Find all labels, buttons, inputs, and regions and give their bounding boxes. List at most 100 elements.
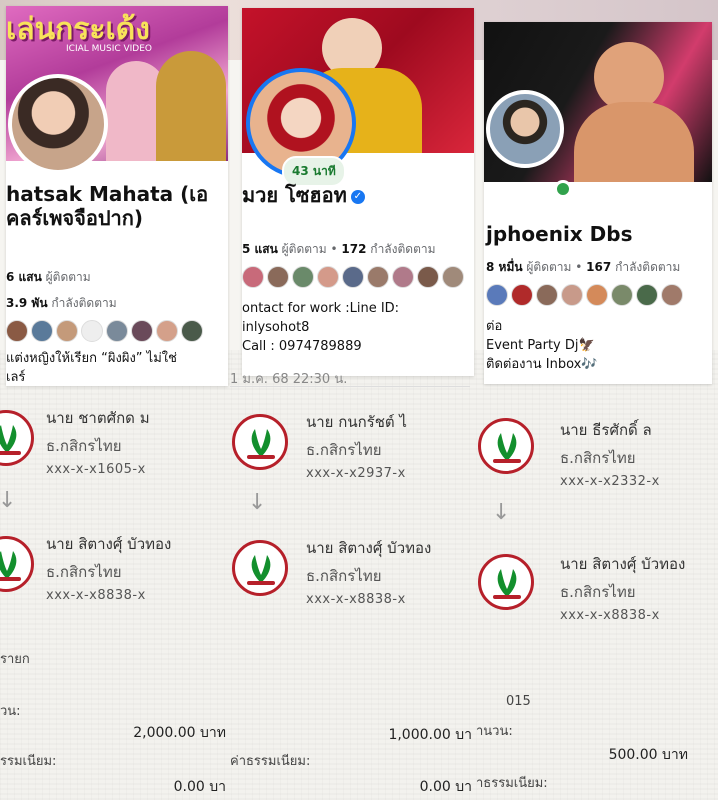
- friend-avatar[interactable]: [292, 266, 314, 288]
- sender-name: นาย กนกรัชต์ ไ: [306, 413, 407, 431]
- profile-name[interactable]: มวย โซฮอท ✓: [242, 183, 365, 207]
- following-count: 167: [586, 260, 612, 274]
- bio-line: ontact for work :Line ID:: [242, 301, 400, 316]
- receiver-account: xxx-x-x8838-x: [560, 608, 660, 623]
- receiver-name: นาย สิตางศุ์ บัวทอง: [306, 539, 432, 557]
- receiver-bank: ธ.กสิกรไทย: [560, 583, 636, 601]
- fee-value: 0.00 บา: [419, 779, 472, 795]
- friend-avatar[interactable]: [392, 266, 414, 288]
- sender-account: xxx-x-x1605-x: [46, 462, 146, 477]
- friend-avatar[interactable]: [442, 266, 464, 288]
- friend-avatar[interactable]: [367, 266, 389, 288]
- amount-value: 500.00 บาท: [608, 747, 688, 763]
- profile-name[interactable]: hatsak Mahata (เอ คลร์เพจจือปาก): [6, 182, 228, 230]
- panel-3: jphoenix Dbs 8 หมื่น ผู้ติดตาม • 167 กำล…: [476, 0, 718, 800]
- amount-label: วน:: [0, 704, 21, 719]
- panel-2: 43 นาที มวย โซฮอท ✓ 5 แสน ผู้ติดตาม • 172…: [230, 0, 476, 800]
- followers-label: ผู้ติดตาม: [526, 260, 572, 274]
- friend-avatar[interactable]: [242, 266, 264, 288]
- profile-name[interactable]: jphoenix Dbs: [486, 222, 633, 246]
- follow-stats[interactable]: 8 หมื่น ผู้ติดตาม • 167 กำลังติดตาม: [486, 258, 680, 277]
- profile-card: jphoenix Dbs 8 หมื่น ผู้ติดตาม • 167 กำล…: [484, 22, 712, 384]
- friend-avatar[interactable]: [586, 284, 608, 306]
- following-label: กำลังติดตาม: [370, 242, 436, 256]
- profile-bio: ต่อ Event Party Dj🦅 ติดต่องาน Inbox🎶: [486, 318, 598, 375]
- fee-value: 0.00 บา: [173, 779, 226, 795]
- sender-bank: ธ.กสิกรไทย: [46, 437, 122, 455]
- profile-card: 43 นาที มวย โซฮอท ✓ 5 แสน ผู้ติดตาม • 172…: [242, 8, 474, 376]
- cover-figure: [574, 102, 694, 182]
- bio-line: Event Party Dj🦅: [486, 337, 595, 353]
- profile-bio: แต่งหญิงให้เรียก “ผิงผิง” ไม่ใช่ เลร์: [6, 350, 177, 388]
- amount-value: 2,000.00 บาท: [133, 725, 226, 741]
- friend-avatar[interactable]: [486, 284, 508, 306]
- arrow-down-icon: ↓: [248, 490, 267, 515]
- bio-line: ติดต่องาน Inbox🎶: [486, 356, 598, 372]
- profile-card: เล่นกระเด้ง ICIAL MUSIC VIDEO hatsak Mah…: [6, 6, 228, 386]
- receiver-account: xxx-x-x8838-x: [46, 588, 146, 603]
- mutual-friends-row[interactable]: [6, 320, 203, 342]
- profile-avatar[interactable]: [8, 74, 108, 174]
- arrow-down-icon: ↓: [492, 500, 511, 525]
- bio-line: Call : 0974789889: [242, 338, 362, 354]
- friend-avatar[interactable]: [511, 284, 533, 306]
- receiver-name: นาย สิตางศุ์ บัวทอง: [46, 535, 172, 553]
- follow-stats[interactable]: 5 แสน ผู้ติดตาม • 172 กำลังติดตาม: [242, 240, 436, 259]
- friend-avatar[interactable]: [661, 284, 683, 306]
- followers-label: ผู้ติดตาม: [281, 242, 327, 256]
- panel-1: เล่นกระเด้ง ICIAL MUSIC VIDEO hatsak Mah…: [0, 0, 230, 800]
- reference-fragment: 015: [506, 694, 531, 709]
- kbank-logo-icon: [232, 540, 288, 596]
- followers-stat[interactable]: 6 แสน ผู้ติดตาม: [6, 268, 91, 287]
- verified-badge-icon: ✓: [350, 189, 365, 204]
- friend-avatar[interactable]: [106, 320, 128, 342]
- friend-avatar[interactable]: [267, 266, 289, 288]
- friend-avatar[interactable]: [31, 320, 53, 342]
- fee-label: ค่าธรรมเนียม:: [230, 754, 311, 769]
- divider: [230, 386, 470, 387]
- kbank-logo-icon: [232, 414, 288, 470]
- following-label: กำลังติดตาม: [615, 260, 681, 274]
- sender-account: xxx-x-x2937-x: [306, 466, 406, 481]
- friend-avatar[interactable]: [131, 320, 153, 342]
- mutual-friends-row[interactable]: [242, 266, 464, 288]
- cover-figure: [156, 51, 226, 161]
- friend-avatar[interactable]: [636, 284, 658, 306]
- reference-label: รายก: [0, 652, 30, 667]
- receiver-name: นาย สิตางศุ์ บัวทอง: [560, 555, 686, 573]
- cover-subtitle: ICIAL MUSIC VIDEO: [66, 44, 153, 54]
- sender-account: xxx-x-x2332-x: [560, 474, 660, 489]
- amount-label: านวน:: [476, 724, 513, 739]
- friend-avatar[interactable]: [317, 266, 339, 288]
- following-label: กำลังติดตาม: [51, 296, 117, 310]
- friend-avatar[interactable]: [6, 320, 28, 342]
- sender-bank: ธ.กสิกรไทย: [560, 449, 636, 467]
- friend-avatar[interactable]: [342, 266, 364, 288]
- online-status-icon: [554, 180, 572, 198]
- kbank-logo-icon: [478, 418, 534, 474]
- friend-avatar[interactable]: [561, 284, 583, 306]
- arrow-down-icon: ↓: [0, 488, 17, 513]
- profile-name-text: มวย โซฮอท: [242, 183, 347, 207]
- profile-avatar[interactable]: [486, 90, 564, 168]
- friend-avatar[interactable]: [417, 266, 439, 288]
- friend-avatar[interactable]: [181, 320, 203, 342]
- sender-name: นาย ธีรศักดิ์ ล: [560, 421, 652, 439]
- friend-avatar[interactable]: [156, 320, 178, 342]
- mutual-friends-row[interactable]: [486, 284, 683, 306]
- friend-avatar[interactable]: [56, 320, 78, 342]
- friend-avatar[interactable]: [611, 284, 633, 306]
- bio-line: inlysohot8: [242, 319, 310, 335]
- followers-count: 5 แสน: [242, 242, 278, 256]
- following-stat[interactable]: 3.9 พัน กำลังติดตาม: [6, 294, 117, 313]
- bio-line: เลร์: [6, 369, 26, 385]
- friend-avatar[interactable]: [536, 284, 558, 306]
- fee-label: รรมเนียม:: [0, 754, 57, 769]
- followers-count: 6 แสน: [6, 270, 42, 284]
- bio-line: ต่อ: [486, 319, 503, 334]
- followers-count: 8 หมื่น: [486, 260, 523, 274]
- followers-label: ผู้ติดตาม: [45, 270, 91, 284]
- friend-avatar[interactable]: [81, 320, 103, 342]
- receiver-bank: ธ.กสิกรไทย: [46, 563, 122, 581]
- receiver-bank: ธ.กสิกรไทย: [306, 567, 382, 585]
